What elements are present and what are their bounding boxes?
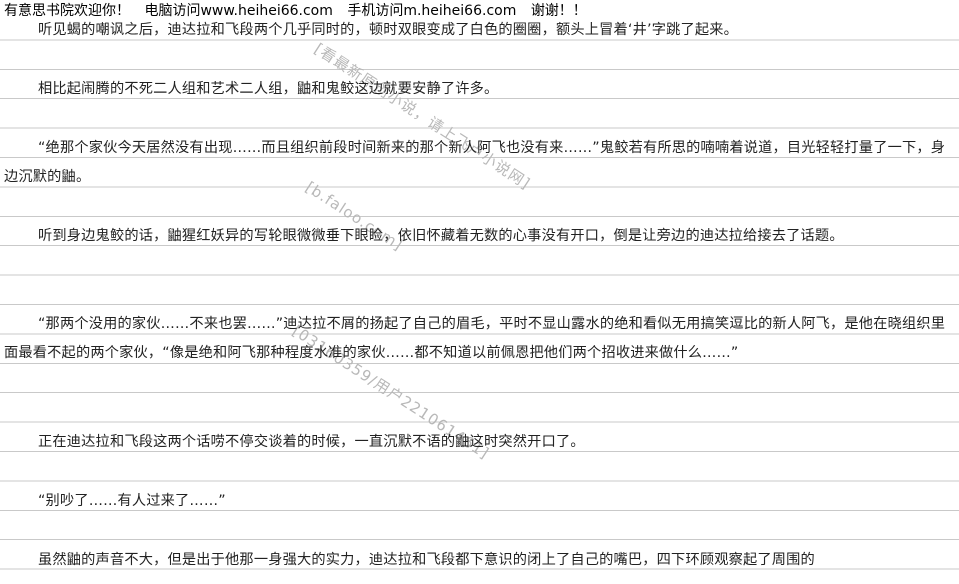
mobile-url-text: 手机访问m.heihei66.com bbox=[347, 3, 517, 19]
document-page: 有意思书院欢迎你！ 电脑访问www.heihei66.com 手机访问m.hei… bbox=[0, 0, 959, 584]
paragraph: 虽然鼬的声音不大，但是出于他那一身强大的实力，迪达拉和飞段都下意识的闭上了自己的… bbox=[38, 552, 815, 568]
paragraph: “绝那个家伙今天居然没有出现……而且组织前段时间新来的那个新人阿飞也没有来……”… bbox=[4, 140, 946, 186]
paragraph: 听见蝎的嘲讽之后，迪达拉和飞段两个几乎同时的，顿时双眼变成了白色的圈圈，额头上冒… bbox=[38, 22, 739, 38]
thanks-text: 谢谢！！ bbox=[530, 3, 587, 19]
pc-url-text: 电脑访问www.heihei66.com bbox=[144, 3, 333, 19]
paragraph: 听到身边鬼鲛的话，鼬猩红妖异的写轮眼微微垂下眼睑，依旧怀藏着无数的心事没有开口，… bbox=[38, 228, 844, 244]
paragraph: “别吵了……有人过来了……” bbox=[38, 493, 226, 509]
paragraph: “那两个没用的家伙……不来也罢……”迪达拉不屑的扬起了自己的眉毛，平时不显山露水… bbox=[4, 316, 946, 362]
paragraph: 相比起闹腾的不死二人组和艺术二人组，鼬和鬼鲛这边就要安静了许多。 bbox=[38, 81, 499, 97]
paragraph: 正在迪达拉和飞段这两个话唠不停交谈着的时候，一直沉默不语的鼬这时突然开口了。 bbox=[38, 434, 585, 450]
site-header: 有意思书院欢迎你！ 电脑访问www.heihei66.com 手机访问m.hei… bbox=[4, 3, 597, 19]
welcome-text: 有意思书院欢迎你！ bbox=[4, 3, 130, 19]
